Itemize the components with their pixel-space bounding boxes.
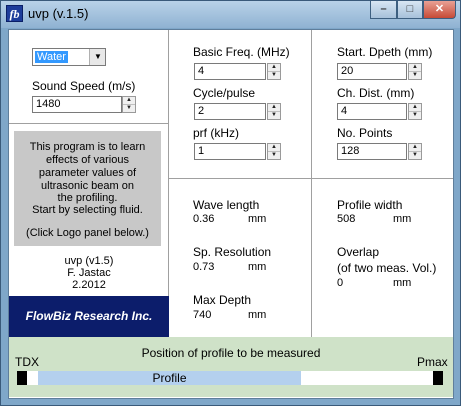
- no-points-label: No. Points: [337, 126, 393, 140]
- overlap-label: Overlap: [337, 245, 380, 259]
- divider-right: [169, 178, 453, 179]
- close-icon: ✕: [434, 3, 445, 15]
- fluid-select[interactable]: Water ▼: [32, 48, 106, 66]
- overlap-value: 0: [334, 276, 387, 291]
- spin-up-icon[interactable]: ▲: [268, 64, 280, 72]
- about-author: F. Jastac: [67, 267, 111, 279]
- spin-down-icon[interactable]: ▼: [268, 112, 280, 119]
- basic-freq-spinner[interactable]: ▲ ▼: [267, 63, 281, 80]
- sound-speed-label: Sound Speed (m/s): [32, 79, 136, 93]
- divider-middle: [311, 30, 312, 337]
- tdx-marker: [17, 371, 27, 385]
- pmax-marker: [433, 371, 443, 385]
- profile-title: Position of profile to be measured: [141, 346, 321, 360]
- overlap-unit: mm: [393, 277, 412, 289]
- spin-up-icon[interactable]: ▲: [409, 144, 421, 152]
- prf-spinner[interactable]: ▲ ▼: [267, 143, 281, 160]
- minimize-icon: –: [380, 3, 387, 15]
- spin-down-icon[interactable]: ▼: [409, 112, 421, 119]
- spin-down-icon[interactable]: ▼: [409, 152, 421, 159]
- start-depth-label: Start. Dpeth (mm): [337, 45, 433, 59]
- spin-up-icon[interactable]: ▲: [409, 64, 421, 72]
- spin-down-icon[interactable]: ▼: [409, 72, 421, 79]
- profile-bar[interactable]: Profile: [38, 371, 301, 385]
- app-logo-icon: fb: [6, 5, 23, 22]
- spin-up-icon[interactable]: ▲: [268, 144, 280, 152]
- start-depth-field[interactable]: 20: [337, 63, 407, 80]
- cycle-pulse-spinner[interactable]: ▲ ▼: [267, 103, 281, 120]
- info-line: ultrasonic beam on: [41, 180, 134, 192]
- about-date: 2.2012: [72, 279, 106, 291]
- no-points-spinner[interactable]: ▲ ▼: [408, 143, 422, 160]
- no-points-field[interactable]: 128: [337, 143, 407, 160]
- info-line: parameter values of: [38, 167, 137, 179]
- info-line: the profiling.: [57, 192, 118, 204]
- wave-length-value: 0.36: [190, 212, 243, 227]
- max-depth-value: 740: [190, 308, 243, 323]
- profile-width-label: Profile width: [337, 198, 403, 212]
- profile-width-unit: mm: [393, 213, 412, 225]
- maximize-button[interactable]: □: [397, 1, 423, 19]
- ch-dist-spinner[interactable]: ▲ ▼: [408, 103, 422, 120]
- profile-width-value: 508: [334, 212, 387, 227]
- info-line: effects of various: [46, 154, 129, 166]
- spin-up-icon[interactable]: ▲: [409, 104, 421, 112]
- cycle-pulse-label: Cycle/pulse: [193, 86, 256, 100]
- minimize-button[interactable]: –: [370, 1, 397, 19]
- spin-down-icon[interactable]: ▼: [268, 72, 280, 79]
- info-line: Start by selecting fluid.: [32, 204, 143, 216]
- basic-freq-label: Basic Freq. (MHz): [193, 45, 290, 59]
- spin-down-icon[interactable]: ▼: [123, 105, 135, 112]
- sp-resolution-label: Sp. Resolution: [193, 245, 272, 259]
- basic-freq-field[interactable]: 4: [194, 63, 266, 80]
- max-depth-unit: mm: [248, 309, 267, 321]
- wave-length-unit: mm: [248, 213, 267, 225]
- spin-up-icon[interactable]: ▲: [268, 104, 280, 112]
- about-name: uvp (v1.5): [64, 255, 114, 267]
- tdx-label: TDX: [15, 355, 39, 369]
- wave-length-label: Wave length: [193, 198, 260, 212]
- prf-label: prf (kHz): [193, 126, 239, 140]
- maximize-icon: □: [406, 3, 414, 15]
- cycle-pulse-field[interactable]: 2: [194, 103, 266, 120]
- sp-resolution-unit: mm: [248, 261, 267, 273]
- ch-dist-label: Ch. Dist. (mm): [337, 86, 415, 100]
- info-line: (Click Logo panel below.): [26, 227, 149, 239]
- overlap-sub-label: (of two meas. Vol.): [337, 261, 437, 275]
- spin-up-icon[interactable]: ▲: [123, 97, 135, 105]
- info-line: This program is to learn: [29, 141, 146, 153]
- sound-speed-field[interactable]: 1480: [32, 96, 122, 113]
- logo-panel[interactable]: FlowBiz Research Inc.: [9, 296, 169, 337]
- max-depth-label: Max Depth: [193, 293, 252, 307]
- prf-field[interactable]: 1: [194, 143, 266, 160]
- sound-speed-spinner[interactable]: ▲ ▼: [122, 96, 136, 113]
- chevron-down-icon[interactable]: ▼: [89, 49, 105, 65]
- spin-down-icon[interactable]: ▼: [268, 152, 280, 159]
- pmax-label: Pmax: [417, 355, 448, 369]
- ch-dist-field[interactable]: 4: [337, 103, 407, 120]
- close-button[interactable]: ✕: [423, 1, 456, 19]
- window-title: uvp (v.1.5): [28, 6, 89, 21]
- sp-resolution-value: 0.73: [190, 260, 243, 275]
- info-box: This program is to learn effects of vari…: [14, 131, 161, 246]
- fluid-selected-value: Water: [35, 51, 68, 63]
- divider-left-top: [9, 123, 168, 124]
- start-depth-spinner[interactable]: ▲ ▼: [408, 63, 422, 80]
